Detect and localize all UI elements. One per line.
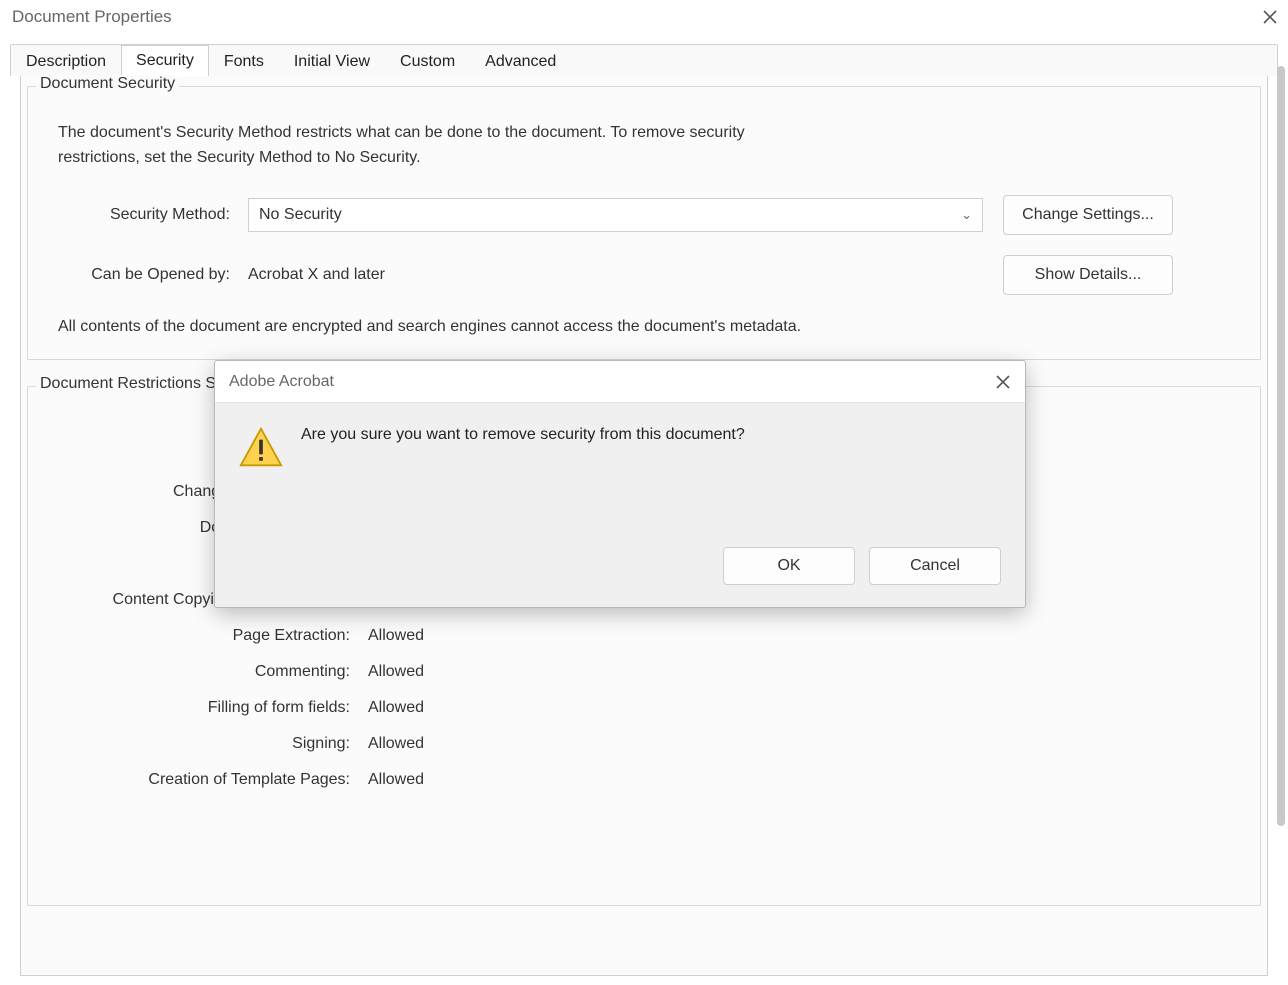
vertical-scrollbar[interactable] — [1274, 66, 1288, 826]
dialog-cancel-button[interactable]: Cancel — [869, 547, 1001, 585]
group-document-security: Document Security The document's Securit… — [27, 86, 1261, 360]
restriction-label: Page Extraction: — [58, 627, 368, 645]
restriction-row: Commenting:Allowed — [58, 663, 1230, 681]
restriction-row: Creation of Template Pages:Allowed — [58, 771, 1230, 789]
tab-advanced[interactable]: Advanced — [470, 47, 571, 77]
restriction-value: Allowed — [368, 699, 488, 717]
warning-icon — [239, 425, 283, 469]
restriction-label: Creation of Template Pages: — [58, 771, 368, 789]
window-close-button[interactable] — [1260, 7, 1280, 27]
restriction-row: Page Extraction:Allowed — [58, 627, 1230, 645]
scrollbar-thumb[interactable] — [1277, 66, 1285, 826]
dialog-titlebar: Adobe Acrobat — [215, 361, 1025, 403]
restriction-value: Allowed — [368, 735, 488, 753]
close-icon — [1262, 9, 1278, 25]
confirm-dialog: Adobe Acrobat Are you sure you want to r… — [214, 360, 1026, 608]
restriction-label: Filling of form fields: — [58, 699, 368, 717]
encryption-note: All contents of the document are encrypt… — [58, 315, 818, 340]
restriction-value: Allowed — [368, 771, 488, 789]
dialog-ok-button[interactable]: OK — [723, 547, 855, 585]
chevron-down-icon: ⌄ — [961, 207, 972, 223]
dialog-message: Are you sure you want to remove security… — [301, 423, 745, 444]
opened-by-label: Can be Opened by: — [58, 266, 248, 284]
restriction-label: Signing: — [58, 735, 368, 753]
tab-strip: Description Security Fonts Initial View … — [10, 44, 1278, 76]
window-titlebar: Document Properties — [0, 0, 1288, 34]
security-method-value: No Security — [259, 206, 342, 224]
restriction-label: Commenting: — [58, 663, 368, 681]
opened-by-value: Acrobat X and later — [248, 266, 983, 284]
close-icon — [995, 374, 1011, 390]
security-description: The document's Security Method restricts… — [58, 121, 778, 171]
tab-description[interactable]: Description — [11, 47, 121, 77]
window-title: Document Properties — [12, 7, 172, 27]
dialog-close-button[interactable] — [991, 370, 1015, 394]
restriction-value: Allowed — [368, 627, 488, 645]
tab-security[interactable]: Security — [121, 45, 209, 77]
restriction-row: Filling of form fields:Allowed — [58, 699, 1230, 717]
change-settings-button[interactable]: Change Settings... — [1003, 195, 1173, 235]
group-document-security-legend: Document Security — [36, 75, 179, 93]
security-method-label: Security Method: — [58, 206, 248, 224]
restriction-row: Signing:Allowed — [58, 735, 1230, 753]
tab-fonts[interactable]: Fonts — [209, 47, 279, 77]
dialog-title: Adobe Acrobat — [229, 373, 334, 391]
security-method-select[interactable]: No Security ⌄ — [248, 198, 983, 232]
show-details-button[interactable]: Show Details... — [1003, 255, 1173, 295]
tab-custom[interactable]: Custom — [385, 47, 470, 77]
restriction-value: Allowed — [368, 663, 488, 681]
tab-initial-view[interactable]: Initial View — [279, 47, 385, 77]
